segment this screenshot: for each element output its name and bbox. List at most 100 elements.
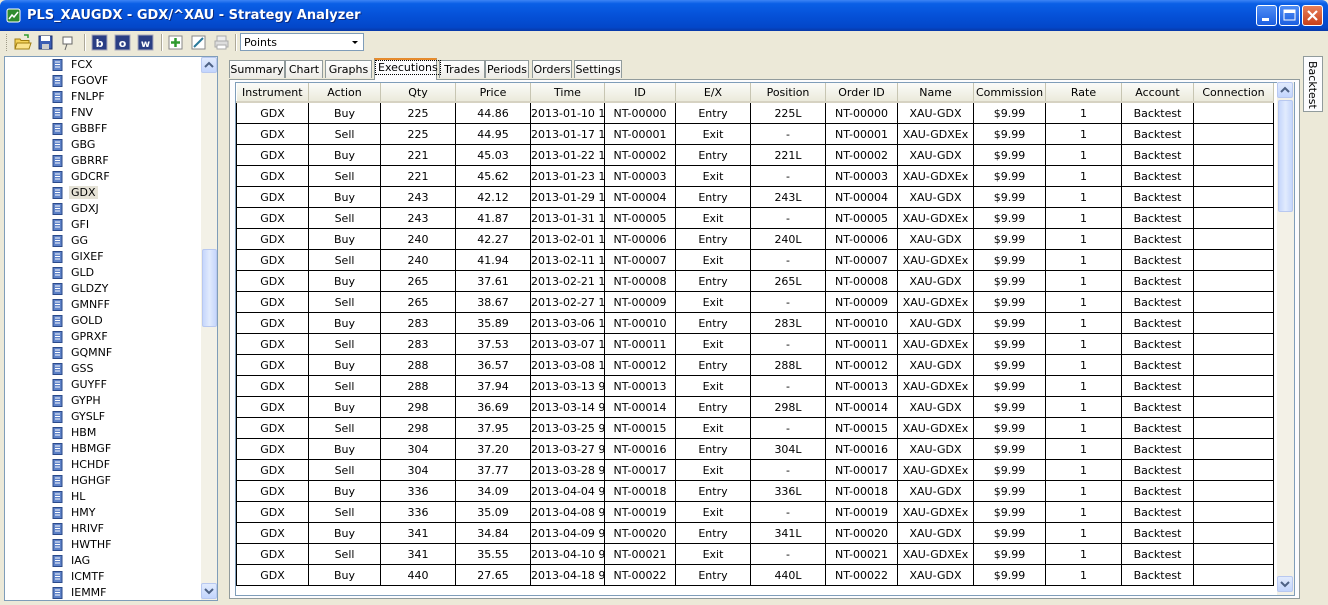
instrument-item[interactable]: GBRRF <box>5 153 201 169</box>
close-button[interactable] <box>1302 5 1323 26</box>
instrument-item[interactable]: GDXJ <box>5 201 201 217</box>
table-row[interactable]: GDX Sell 283 37.53 2013-03-07 1 NT-00011 Exit -… <box>236 333 1274 355</box>
scroll-down-button[interactable] <box>1277 576 1293 592</box>
instrument-item[interactable]: GOLD <box>5 313 201 329</box>
column-header-id[interactable]: ID <box>604 83 676 103</box>
column-header-position[interactable]: Position <box>750 83 826 103</box>
instrument-item[interactable]: IEMMF <box>5 585 201 600</box>
maximize-button[interactable] <box>1279 5 1300 26</box>
instrument-item[interactable]: HRIVF <box>5 521 201 537</box>
table-row[interactable]: GDX Buy 240 42.27 2013-02-01 1 NT-00006 Entry 2… <box>236 228 1274 250</box>
table-row[interactable]: GDX Sell 240 41.94 2013-02-11 1 NT-00007 Exit -… <box>236 249 1274 271</box>
w-button[interactable]: w <box>136 33 155 52</box>
column-header-rate[interactable]: Rate <box>1045 83 1122 103</box>
instrument-item[interactable]: GLDZY <box>5 281 201 297</box>
scroll-up-button[interactable] <box>201 57 217 73</box>
instrument-list[interactable]: FCX FGOVF FNLPF FNV GBBFF GBG GBRRF GDCRF GDX GDX… <box>4 56 218 601</box>
scroll-thumb[interactable] <box>202 249 217 327</box>
table-row[interactable]: GDX Buy 336 34.09 2013-04-04 9 NT-00018 Entry 3… <box>236 480 1274 502</box>
instrument-item[interactable]: HL <box>5 489 201 505</box>
tab-orders[interactable]: Orders <box>532 60 572 78</box>
instrument-item[interactable]: GQMNF <box>5 345 201 361</box>
column-header-commission[interactable]: Commission <box>973 83 1046 103</box>
minimize-button[interactable] <box>1256 5 1277 26</box>
table-row[interactable]: GDX Buy 225 44.86 2013-01-10 1 NT-00000 Entry 2… <box>236 101 1274 124</box>
table-row[interactable]: GDX Buy 283 35.89 2013-03-06 1 NT-00010 Entry 2… <box>236 312 1274 334</box>
instrument-item[interactable]: ICMTF <box>5 569 201 585</box>
column-header-e-x[interactable]: E/X <box>675 83 751 103</box>
tab-settings[interactable]: Settings <box>574 60 622 78</box>
edit-icon[interactable] <box>189 33 208 52</box>
column-header-action[interactable]: Action <box>308 83 381 103</box>
column-header-connection[interactable]: Connection <box>1193 83 1274 103</box>
instrument-item[interactable]: HBM <box>5 425 201 441</box>
pin-icon[interactable] <box>59 33 78 52</box>
column-header-name[interactable]: Name <box>897 83 974 103</box>
table-row[interactable]: GDX Sell 304 37.77 2013-03-28 9 NT-00017 Exit -… <box>236 459 1274 481</box>
tab-summary[interactable]: Summary <box>229 60 285 78</box>
table-row[interactable]: GDX Buy 265 37.61 2013-02-21 1 NT-00008 Entry 2… <box>236 270 1274 292</box>
instrument-item[interactable]: GDX <box>5 185 201 201</box>
instrument-item[interactable]: GYSLF <box>5 409 201 425</box>
instrument-item[interactable]: FNLPF <box>5 89 201 105</box>
open-folder-icon[interactable] <box>13 33 32 52</box>
column-header-time[interactable]: Time <box>530 83 605 103</box>
instrument-item[interactable]: GDCRF <box>5 169 201 185</box>
table-row[interactable]: GDX Sell 221 45.62 2013-01-23 1 NT-00003 Exit -… <box>236 165 1274 187</box>
table-row[interactable]: GDX Buy 221 45.03 2013-01-22 1 NT-00002 Entry 2… <box>236 144 1274 166</box>
tab-backtest-side[interactable]: Backtest <box>1303 56 1323 112</box>
instrument-item[interactable]: GPRXF <box>5 329 201 345</box>
table-row[interactable]: GDX Buy 288 36.57 2013-03-08 1 NT-00012 Entry 2… <box>236 354 1274 376</box>
table-row[interactable]: GDX Sell 225 44.95 2013-01-17 1 NT-00001 Exit -… <box>236 123 1274 145</box>
add-icon[interactable] <box>166 33 185 52</box>
column-header-instrument[interactable]: Instrument <box>236 83 309 103</box>
executions-grid[interactable]: Instrument Action Qty Price Time ID E/X Positio… <box>235 82 1295 596</box>
table-row[interactable]: GDX Sell 341 35.55 2013-04-10 9 NT-00021 Exit -… <box>236 543 1274 565</box>
save-icon[interactable] <box>36 33 55 52</box>
b-button[interactable]: b <box>90 33 109 52</box>
table-row[interactable]: GDX Sell 298 37.95 2013-03-25 9 NT-00015 Exit -… <box>236 417 1274 439</box>
instrument-item[interactable]: GBG <box>5 137 201 153</box>
table-row[interactable]: GDX Sell 336 35.09 2013-04-08 9 NT-00019 Exit -… <box>236 501 1274 523</box>
executions-scrollbar[interactable] <box>1277 82 1294 595</box>
instrument-item[interactable]: FCX <box>5 57 201 73</box>
instrument-item[interactable]: GYPH <box>5 393 201 409</box>
column-header-account[interactable]: Account <box>1121 83 1194 103</box>
instrument-item[interactable]: GFI <box>5 217 201 233</box>
table-row[interactable]: GDX Sell 265 38.67 2013-02-27 1 NT-00009 Exit -… <box>236 291 1274 313</box>
title-bar[interactable]: PLS_XAUGDX - GDX/^XAU - Strategy Analyze… <box>0 0 1328 31</box>
display-unit-dropdown[interactable]: Points <box>240 33 364 51</box>
table-row[interactable]: GDX Buy 243 42.12 2013-01-29 1 NT-00004 Entry 2… <box>236 186 1274 208</box>
tab-trades[interactable]: Trades <box>439 60 485 78</box>
tab-executions[interactable]: Executions <box>374 58 441 80</box>
scroll-thumb[interactable] <box>1278 100 1293 212</box>
o-button[interactable]: o <box>113 33 132 52</box>
tab-chart[interactable]: Chart <box>285 60 323 78</box>
instrument-item[interactable]: HBMGF <box>5 441 201 457</box>
instrument-item[interactable]: GMNFF <box>5 297 201 313</box>
instrument-item[interactable]: HMY <box>5 505 201 521</box>
instrument-item[interactable]: GSS <box>5 361 201 377</box>
column-header-price[interactable]: Price <box>455 83 531 103</box>
tab-periods[interactable]: Periods <box>485 60 529 78</box>
splitter[interactable] <box>218 56 224 601</box>
table-row[interactable]: GDX Sell 243 41.87 2013-01-31 1 NT-00005 Exit -… <box>236 207 1274 229</box>
toolbar-grip[interactable] <box>6 34 10 51</box>
scroll-down-button[interactable] <box>201 583 217 599</box>
instrument-item[interactable]: GBBFF <box>5 121 201 137</box>
table-row[interactable]: GDX Buy 298 36.69 2013-03-14 9 NT-00014 Entry 2… <box>236 396 1274 418</box>
instrument-item[interactable]: FGOVF <box>5 73 201 89</box>
instrument-item[interactable]: HCHDF <box>5 457 201 473</box>
instrument-item[interactable]: GLD <box>5 265 201 281</box>
column-header-order-id[interactable]: Order ID <box>825 83 898 103</box>
tab-graphs[interactable]: Graphs <box>325 60 372 78</box>
instrument-list-scrollbar[interactable] <box>201 57 217 600</box>
instrument-item[interactable]: IAG <box>5 553 201 569</box>
column-header-qty[interactable]: Qty <box>380 83 456 103</box>
instrument-item[interactable]: HGHGF <box>5 473 201 489</box>
instrument-item[interactable]: HWTHF <box>5 537 201 553</box>
scroll-up-button[interactable] <box>1277 82 1293 98</box>
table-row[interactable]: GDX Sell 288 37.94 2013-03-13 9 NT-00013 Exit -… <box>236 375 1274 397</box>
instrument-item[interactable]: FNV <box>5 105 201 121</box>
instrument-item[interactable]: GUYFF <box>5 377 201 393</box>
